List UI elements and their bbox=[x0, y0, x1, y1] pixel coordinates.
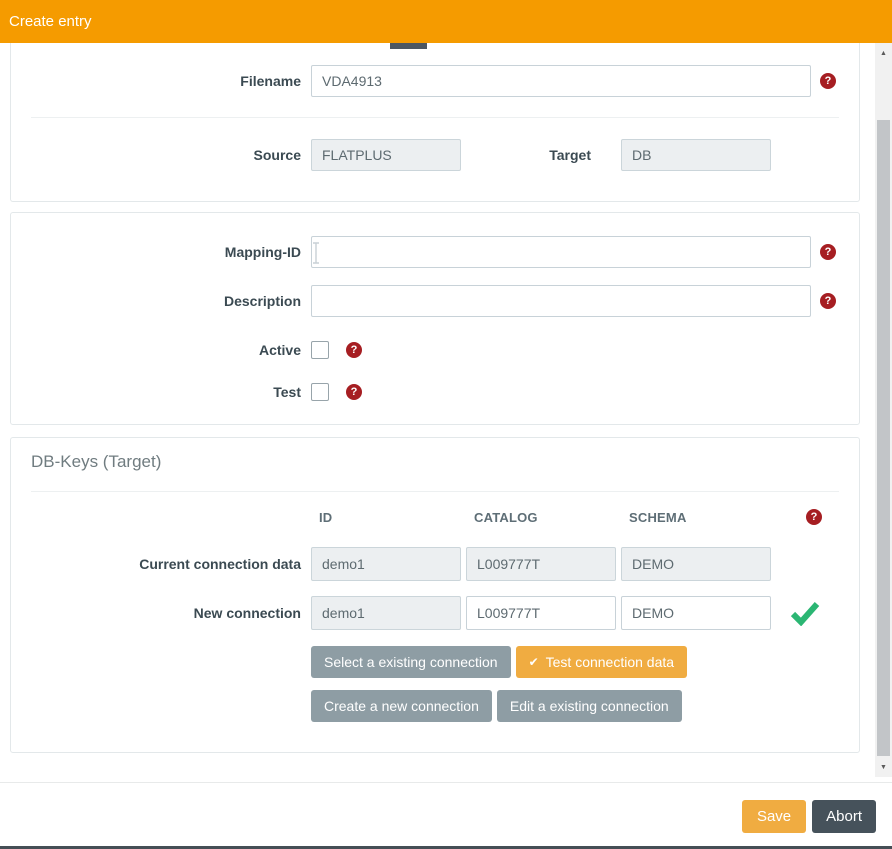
current-connection-row: Current connection data bbox=[11, 547, 859, 581]
mapping-id-row: Mapping-ID ? bbox=[11, 236, 859, 268]
new-id-input bbox=[311, 596, 461, 630]
section-divider bbox=[31, 491, 839, 492]
help-icon[interactable]: ? bbox=[820, 244, 836, 260]
dialog-footer: Save Abort bbox=[0, 782, 892, 846]
mapping-id-label: Mapping-ID bbox=[11, 244, 301, 260]
edit-existing-connection-button[interactable]: Edit a existing connection bbox=[497, 690, 682, 722]
scrollbar-thumb[interactable] bbox=[877, 120, 890, 756]
active-row: Active ? bbox=[11, 341, 859, 359]
scroll-up-arrow-icon[interactable]: ▲ bbox=[875, 45, 892, 61]
active-label: Active bbox=[11, 342, 301, 358]
description-label: Description bbox=[11, 293, 301, 309]
test-checkbox[interactable] bbox=[311, 383, 329, 401]
description-input[interactable] bbox=[311, 285, 811, 317]
select-existing-connection-label: Select a existing connection bbox=[324, 654, 498, 670]
current-schema-input bbox=[621, 547, 771, 581]
filename-label: Filename bbox=[11, 73, 301, 89]
column-header-catalog: CATALOG bbox=[466, 510, 616, 525]
abort-button[interactable]: Abort bbox=[812, 800, 876, 833]
test-label: Test bbox=[11, 384, 301, 400]
active-checkbox[interactable] bbox=[311, 341, 329, 359]
connection-valid-check-icon bbox=[789, 601, 820, 626]
dialog-scroll-area: Filename ? Source Target Mapping-ID ? bbox=[0, 43, 875, 777]
test-connection-data-label: Test connection data bbox=[546, 654, 674, 670]
panel-mapping-settings: Mapping-ID ? Description ? Active ? Test bbox=[10, 212, 860, 425]
source-input bbox=[311, 139, 461, 171]
db-keys-column-headers: ID CATALOG SCHEMA ? bbox=[11, 509, 859, 525]
edit-existing-connection-label: Edit a existing connection bbox=[510, 698, 669, 714]
help-icon[interactable]: ? bbox=[820, 293, 836, 309]
description-row: Description ? bbox=[11, 285, 859, 317]
source-target-row: Source Target bbox=[11, 139, 859, 171]
scroll-down-arrow-icon[interactable]: ▼ bbox=[875, 759, 892, 775]
column-header-schema: SCHEMA bbox=[621, 510, 771, 525]
panel-db-keys: DB-Keys (Target) ID CATALOG SCHEMA ? Cur… bbox=[10, 437, 860, 753]
target-label: Target bbox=[491, 147, 591, 163]
connection-buttons-row-2: Create a new connection Edit a existing … bbox=[311, 690, 859, 722]
panel-general: Filename ? Source Target bbox=[10, 43, 860, 202]
vertical-scrollbar[interactable]: ▲ ▼ bbox=[875, 43, 892, 777]
help-icon[interactable]: ? bbox=[346, 384, 362, 400]
help-icon[interactable]: ? bbox=[806, 509, 822, 525]
dialog-titlebar: Create entry bbox=[0, 0, 892, 43]
create-entry-dialog: Filename ? Source Target Mapping-ID ? bbox=[0, 0, 892, 849]
db-keys-heading: DB-Keys (Target) bbox=[31, 452, 839, 472]
active-tab-indicator bbox=[390, 43, 427, 49]
source-label: Source bbox=[11, 147, 301, 163]
test-row: Test ? bbox=[11, 383, 859, 401]
help-icon[interactable]: ? bbox=[820, 73, 836, 89]
column-header-id: ID bbox=[311, 510, 461, 525]
target-input bbox=[621, 139, 771, 171]
select-existing-connection-button[interactable]: Select a existing connection bbox=[311, 646, 511, 678]
current-catalog-input bbox=[466, 547, 616, 581]
current-connection-label: Current connection data bbox=[11, 556, 301, 572]
filename-row: Filename ? bbox=[11, 65, 859, 97]
new-schema-input[interactable] bbox=[621, 596, 771, 630]
create-new-connection-label: Create a new connection bbox=[324, 698, 479, 714]
new-connection-label: New connection bbox=[11, 605, 301, 621]
filename-input[interactable] bbox=[311, 65, 811, 97]
new-catalog-input[interactable] bbox=[466, 596, 616, 630]
create-new-connection-button[interactable]: Create a new connection bbox=[311, 690, 492, 722]
help-icon[interactable]: ? bbox=[346, 342, 362, 358]
test-connection-data-button[interactable]: ✔ Test connection data bbox=[516, 646, 687, 678]
connection-buttons-row-1: Select a existing connection ✔ Test conn… bbox=[311, 646, 859, 678]
current-id-input bbox=[311, 547, 461, 581]
save-button[interactable]: Save bbox=[742, 800, 806, 833]
mapping-id-input[interactable] bbox=[311, 236, 811, 268]
new-connection-row: New connection bbox=[11, 596, 859, 630]
section-divider bbox=[31, 117, 839, 118]
check-icon: ✔ bbox=[529, 655, 539, 669]
dialog-title: Create entry bbox=[9, 13, 92, 30]
